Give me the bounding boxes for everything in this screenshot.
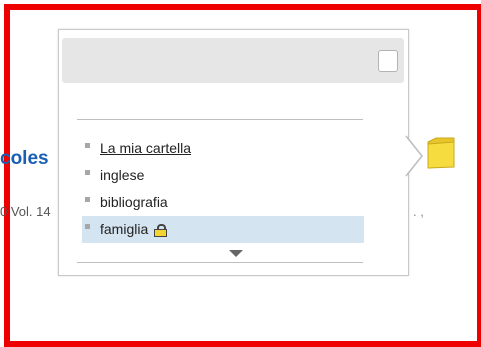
bullet-icon — [85, 224, 90, 229]
folder-item-la-mia-cartella[interactable]: La mia cartella — [82, 135, 364, 162]
scroll-down-icon[interactable] — [229, 250, 243, 257]
folder-list: La mia cartella inglese bibliografia fam… — [82, 135, 364, 243]
popup-header — [62, 38, 404, 83]
header-checkbox[interactable] — [378, 50, 398, 72]
folder-icon[interactable] — [427, 137, 455, 169]
background-result-meta: 0 Vol. 14 — [0, 204, 51, 219]
background-result-trailing: . , — [413, 204, 424, 219]
bullet-icon — [85, 197, 90, 202]
folder-item-bibliografia[interactable]: bibliografia — [82, 189, 364, 216]
folder-item-label: inglese — [100, 167, 145, 183]
folder-item-inglese[interactable]: inglese — [82, 162, 364, 189]
bullet-icon — [85, 170, 90, 175]
background-result-title[interactable]: coles — [0, 148, 49, 170]
lock-icon — [154, 224, 168, 237]
divider — [77, 262, 363, 263]
folder-item-famiglia[interactable]: famiglia — [82, 216, 364, 243]
folder-picker-popup: La mia cartella inglese bibliografia fam… — [58, 29, 409, 276]
folder-item-label: La mia cartella — [100, 140, 192, 156]
bullet-icon — [85, 143, 90, 148]
folder-item-label: famiglia — [100, 221, 149, 237]
folder-item-label: bibliografia — [100, 194, 168, 210]
screen: coles 0 Vol. 14 . , La mia cartella ingl… — [0, 0, 481, 347]
divider — [77, 119, 363, 120]
